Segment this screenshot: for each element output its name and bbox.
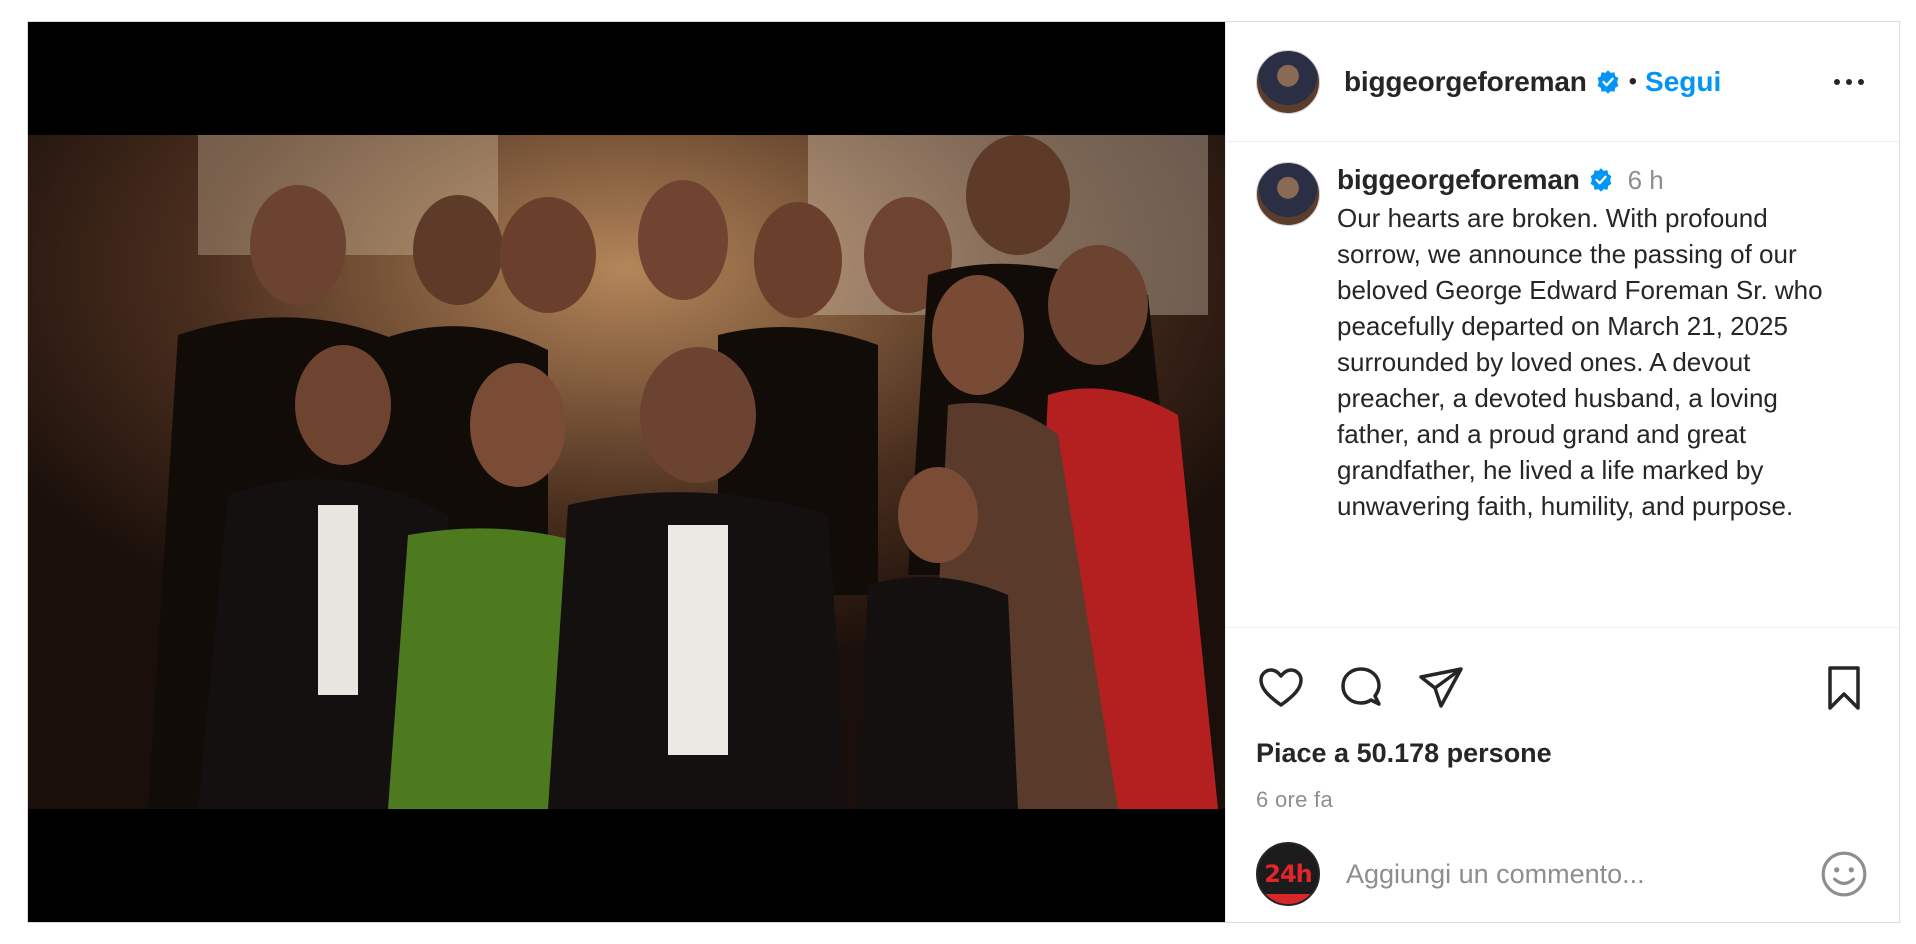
- family-photo: [28, 135, 1225, 809]
- share-button[interactable]: [1416, 663, 1466, 713]
- follow-button[interactable]: Segui: [1645, 66, 1721, 98]
- comment-input[interactable]: [1346, 858, 1819, 890]
- more-options-icon[interactable]: [1829, 67, 1869, 97]
- instagram-post: biggeorgeforeman • Segui biggeorgeforema…: [27, 21, 1900, 923]
- avatar-badge-text: 24h: [1264, 860, 1312, 888]
- caption-section: biggeorgeforeman 6 h Our hearts are brok…: [1226, 142, 1899, 628]
- dot: [1846, 78, 1852, 85]
- avatar-badge-bar: [1258, 894, 1318, 904]
- caption-author-avatar[interactable]: [1256, 162, 1320, 226]
- current-user-avatar[interactable]: 24h: [1256, 842, 1320, 906]
- verified-badge-icon: [1590, 168, 1612, 192]
- dot: [1834, 78, 1840, 85]
- comment-bubble-icon: [1341, 667, 1381, 706]
- post-side-panel: biggeorgeforeman • Segui biggeorgeforema…: [1225, 22, 1899, 922]
- like-button[interactable]: [1256, 663, 1306, 713]
- separator-dot: •: [1628, 67, 1638, 95]
- heart-icon: [1259, 668, 1303, 707]
- action-bar: [1226, 628, 1899, 748]
- smiley-icon[interactable]: [1819, 849, 1869, 899]
- caption-body: biggeorgeforeman 6 h Our hearts are brok…: [1337, 162, 1869, 627]
- comment-button[interactable]: [1336, 663, 1386, 713]
- post-age[interactable]: 6 ore fa: [1226, 787, 1899, 813]
- paper-plane-icon: [1419, 667, 1463, 708]
- caption-timestamp[interactable]: 6 h: [1628, 165, 1664, 196]
- verified-badge-icon: [1597, 69, 1619, 94]
- comment-bar: 24h: [1226, 826, 1899, 922]
- author-avatar[interactable]: [1256, 49, 1320, 114]
- dot: [1858, 78, 1864, 85]
- author-username[interactable]: biggeorgeforeman: [1344, 66, 1587, 98]
- post-header: biggeorgeforeman • Segui: [1226, 22, 1899, 142]
- save-button[interactable]: [1819, 663, 1869, 713]
- bookmark-icon: [1828, 666, 1860, 710]
- caption-header: biggeorgeforeman 6 h: [1337, 164, 1869, 196]
- post-media[interactable]: [28, 22, 1225, 922]
- likes-count[interactable]: Piace a 50.178 persone: [1226, 738, 1899, 769]
- caption-username[interactable]: biggeorgeforeman: [1337, 164, 1580, 196]
- caption-text: Our hearts are broken. With profound sor…: [1337, 203, 1823, 521]
